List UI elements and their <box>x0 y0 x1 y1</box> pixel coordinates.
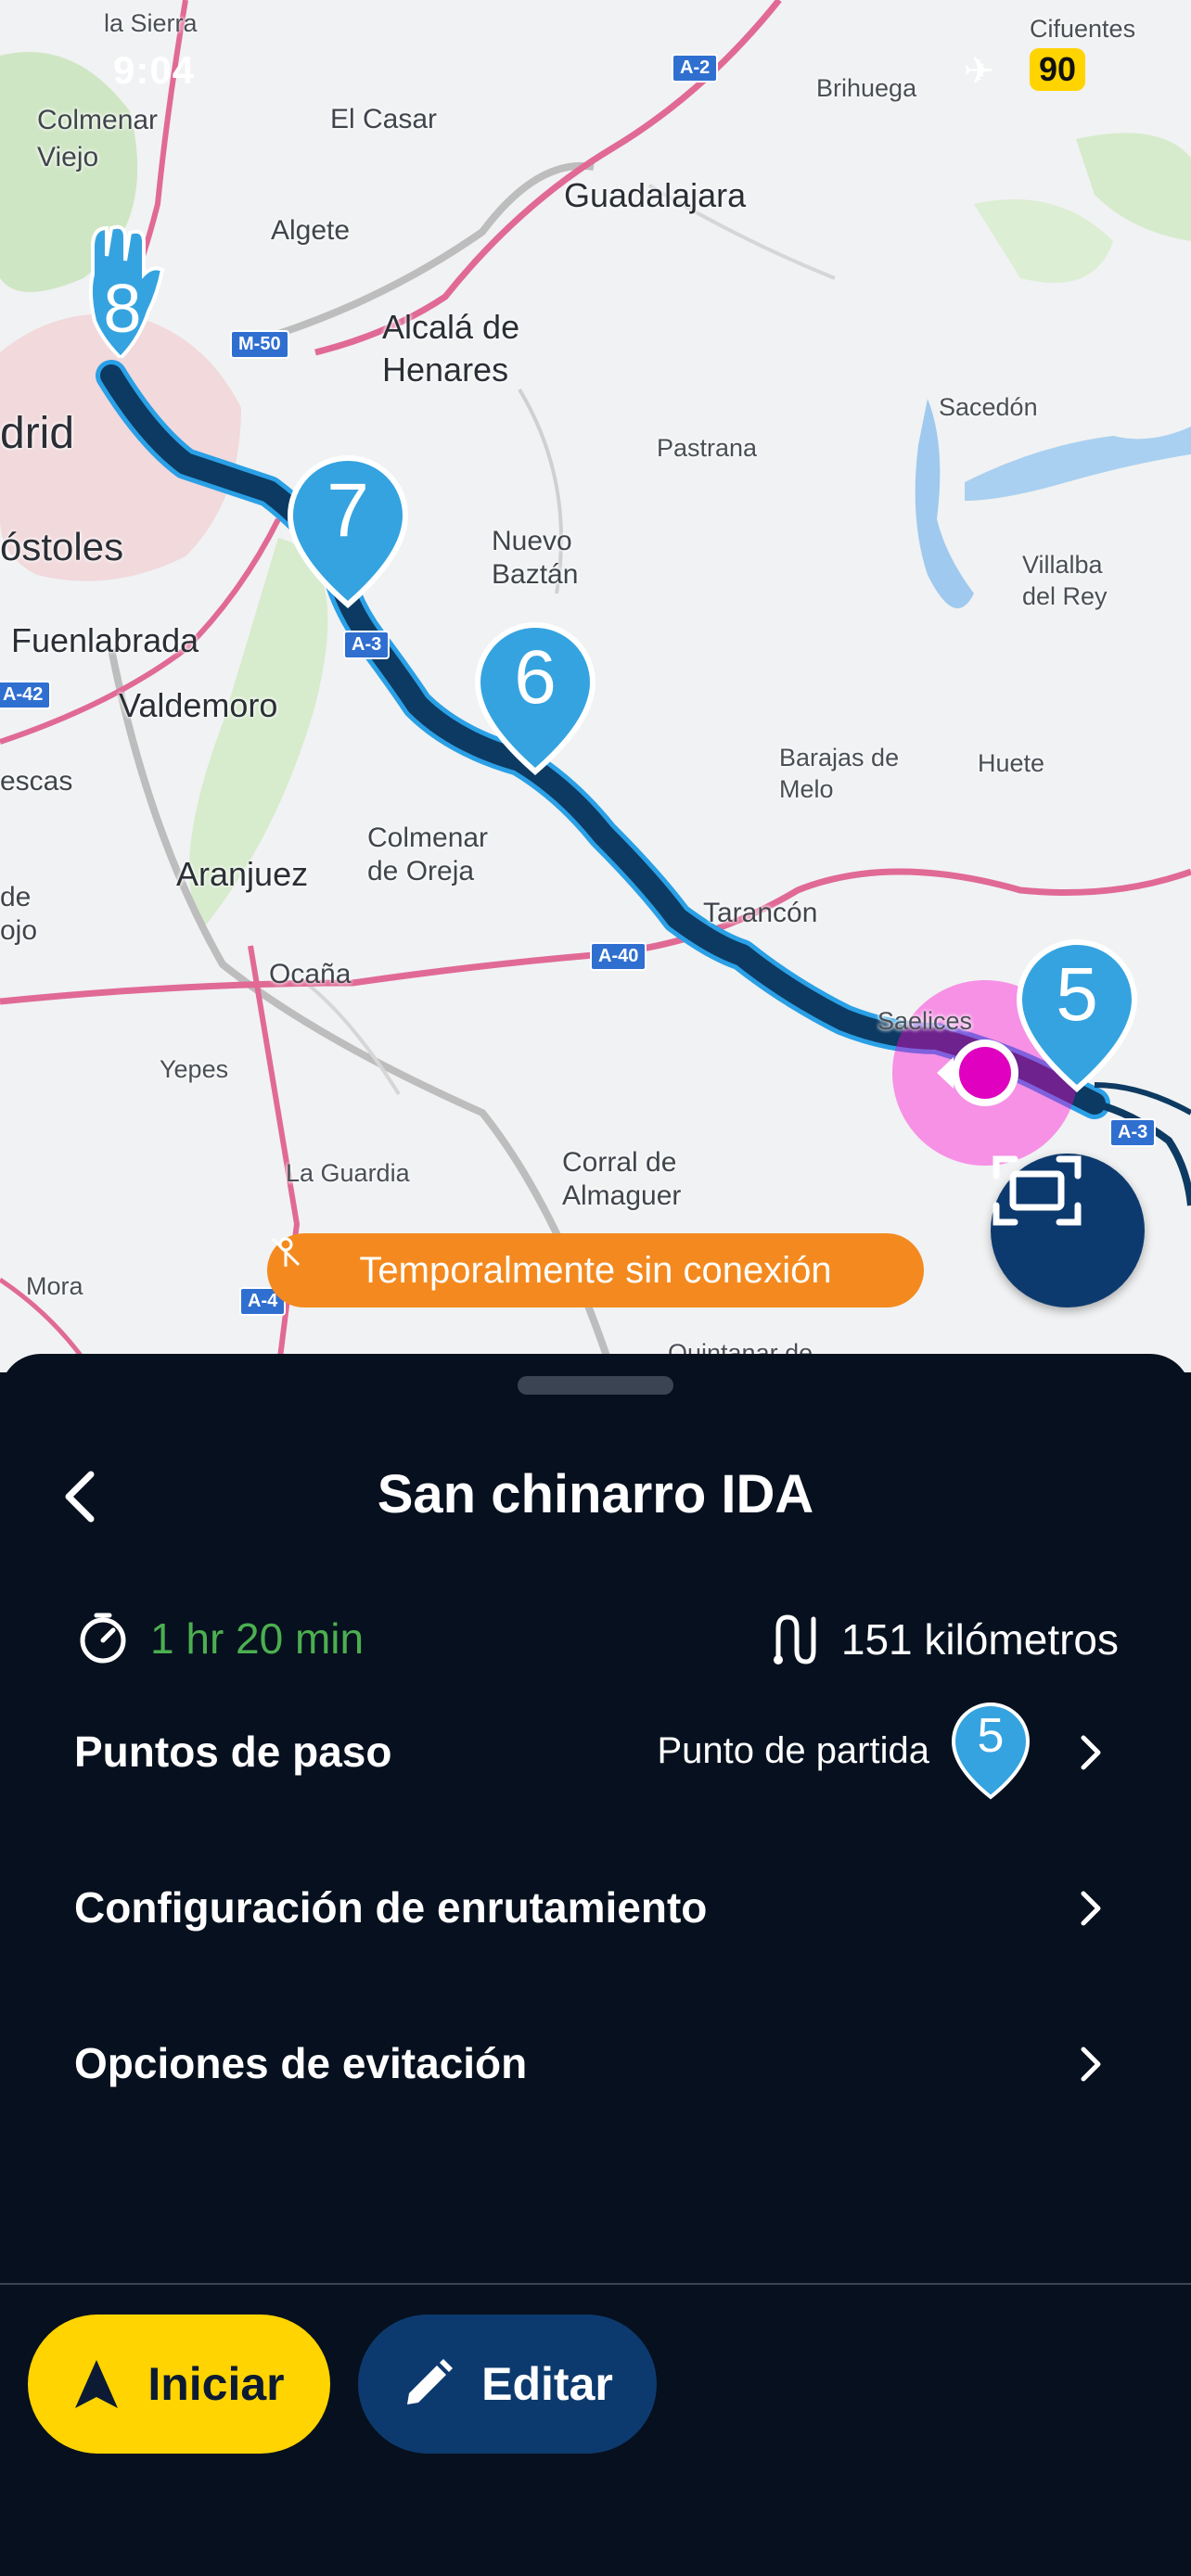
start-button-label: Iniciar <box>147 2358 285 2410</box>
map-label: de ojo <box>0 882 38 946</box>
edit-button[interactable]: Editar <box>358 2315 657 2454</box>
chevron-right-icon <box>1081 1891 1101 1926</box>
map-label: Saelices <box>877 1007 973 1035</box>
route-sheet: San chinarro IDA 1 hr 20 min 151 kilómet… <box>0 1354 1191 2576</box>
map-label: Ocaña <box>269 959 352 989</box>
waypoint-badge: 5 <box>950 1701 1031 1801</box>
map-label: Aranjuez <box>176 855 309 893</box>
route-distance-icon <box>773 1614 816 1664</box>
map-label: Corral de Almaguer <box>562 1147 682 1211</box>
airplane-icon: ✈ <box>963 51 994 92</box>
map-label: Sacedón <box>939 393 1038 421</box>
waypoint-number: 8 <box>103 270 142 347</box>
map-label: Yepes <box>160 1055 229 1083</box>
battery-level: 90 <box>1029 48 1085 91</box>
map-label: óstoles <box>0 525 124 568</box>
timer-icon <box>80 1613 126 1664</box>
waypoints-label: Puntos de paso <box>74 1728 392 1776</box>
waypoint-pin-8[interactable]: 8 <box>74 219 167 358</box>
routing-settings-row[interactable]: Configuración de enrutamiento <box>0 1855 1191 1957</box>
distance-info: 151 kilómetros <box>767 1612 1119 1667</box>
pencil-icon <box>407 2359 454 2404</box>
map-label: escas <box>0 766 73 797</box>
road-shield: A-42 <box>0 681 52 709</box>
map-view[interactable]: la Sierra Colmenar Viejo El Casar Brihue… <box>0 0 1191 1372</box>
status-time: 9:04 <box>113 48 196 92</box>
waypoints-row[interactable]: Puntos de paso Punto de partida 5 <box>0 1699 1191 1801</box>
map-label: la Sierra <box>104 9 198 37</box>
map-label: Huete <box>978 749 1045 777</box>
map-label: Valdemoro <box>119 686 278 724</box>
map-label: drid <box>0 409 75 458</box>
map-label: Nuevo Baztán <box>492 526 579 590</box>
avoid-options-label: Opciones de evitación <box>74 2039 528 2087</box>
waypoint-number: 5 <box>1056 952 1098 1037</box>
map-label: El Casar <box>330 104 438 134</box>
start-button[interactable]: Iniciar <box>28 2315 330 2454</box>
map-label: Algete <box>271 215 351 246</box>
fit-route-button[interactable] <box>991 1154 1145 1307</box>
route-title: San chinarro IDA <box>377 1464 814 1524</box>
routing-settings-label: Configuración de enrutamiento <box>74 1883 708 1932</box>
distance-text: 151 kilómetros <box>840 1615 1119 1664</box>
offline-banner-text: Temporalmente sin conexión <box>359 1249 832 1291</box>
road-shield: A-3 <box>343 631 391 659</box>
eta-info: 1 hr 20 min <box>76 1612 364 1665</box>
waypoint-pin-7[interactable]: 7 <box>284 453 412 610</box>
map-label: Tarancón <box>703 898 818 928</box>
waypoints-value: Punto de partida <box>657 1730 929 1771</box>
divider <box>0 2283 1191 2285</box>
fit-screen-icon <box>992 1155 1082 1226</box>
navigation-arrow-icon <box>75 2360 119 2408</box>
eta-text: 1 hr 20 min <box>150 1614 365 1663</box>
offline-banner: Temporalmente sin conexión <box>267 1233 924 1307</box>
map-label: Fuenlabrada <box>11 621 199 659</box>
map-label: Alcalá de Henares <box>382 308 520 389</box>
road-shield: A-40 <box>590 942 647 971</box>
map-label: Colmenar de Oreja <box>367 823 489 886</box>
sheet-drag-handle[interactable] <box>518 1376 673 1395</box>
map-label: La Guardia <box>286 1159 410 1187</box>
no-connection-icon <box>271 1237 301 1267</box>
waypoint-pin-6[interactable]: 6 <box>471 619 599 777</box>
road-shield: M-50 <box>230 330 289 359</box>
map-label: Villalba del Rey <box>1022 551 1108 610</box>
status-bar: 9:04 ✈ 90 <box>0 48 1191 93</box>
edit-button-label: Editar <box>481 2358 613 2410</box>
map-label: Pastrana <box>657 434 758 462</box>
chevron-right-icon <box>1081 2047 1101 2082</box>
map-label: Barajas de Melo <box>779 744 900 803</box>
chevron-right-icon <box>1081 1735 1101 1770</box>
waypoint-number: 6 <box>514 635 557 720</box>
map-label: Guadalajara <box>564 176 747 214</box>
road-shield: A-3 <box>1109 1118 1157 1147</box>
avoid-options-row[interactable]: Opciones de evitación <box>0 2010 1191 2112</box>
waypoint-number: 7 <box>327 468 369 553</box>
waypoint-badge-number: 5 <box>977 1709 1005 1763</box>
waypoint-pin-5[interactable]: 5 <box>1013 937 1141 1094</box>
map-label: Colmenar Viejo <box>37 105 159 172</box>
map-label: Cifuentes <box>1030 15 1136 43</box>
map-label: Mora <box>26 1272 83 1300</box>
